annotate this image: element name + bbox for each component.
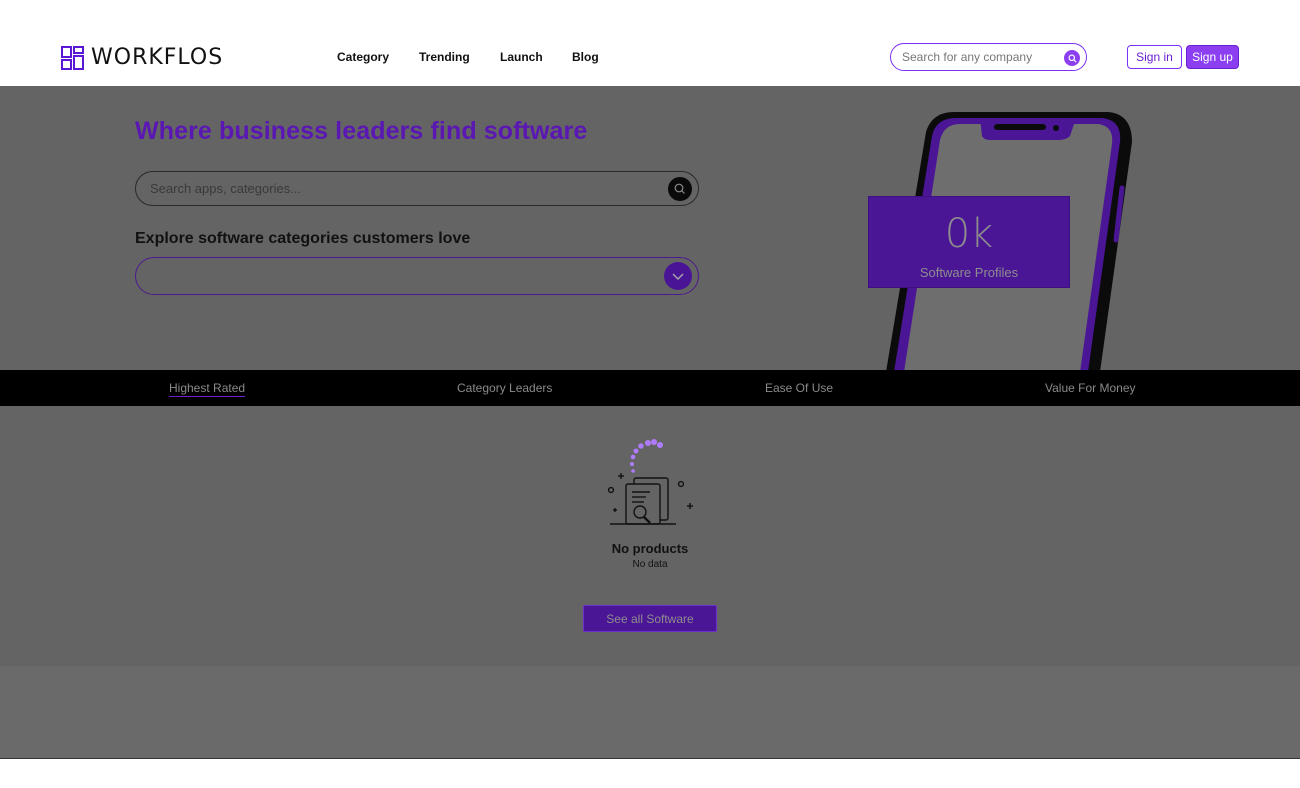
stat-label: Software Profiles [919, 265, 1019, 280]
lower-section [0, 666, 1300, 758]
category-dropdown-button[interactable] [664, 262, 692, 290]
header-search [890, 43, 1087, 71]
category-select[interactable] [135, 257, 699, 295]
empty-state-title: No products [611, 541, 689, 556]
search-icon [674, 183, 685, 194]
nav-blog[interactable]: Blog [572, 50, 599, 64]
tab-ease-of-use[interactable]: Ease Of Use [765, 381, 833, 395]
page: WORKFLOS Category Trending Launch Blog S… [0, 0, 1300, 788]
top-header: WORKFLOS Category Trending Launch Blog S… [0, 0, 1300, 86]
signup-button[interactable]: Sign up [1186, 45, 1239, 69]
software-profiles-stat: 0k Software Profiles [868, 196, 1070, 288]
no-products-illustration-icon [607, 439, 693, 525]
search-icon [1067, 53, 1077, 63]
header-search-input[interactable] [902, 50, 1062, 64]
chevron-down-icon [672, 273, 684, 280]
logo-grid-icon [61, 45, 84, 70]
divider [0, 758, 1300, 759]
hero-search-input[interactable] [150, 181, 650, 196]
signin-button[interactable]: Sign in [1127, 45, 1182, 69]
hero-search [135, 171, 699, 206]
tab-highest-rated[interactable]: Highest Rated [169, 381, 246, 397]
hero-search-button[interactable] [668, 177, 692, 201]
explore-categories-label: Explore software categories customers lo… [135, 230, 471, 247]
tab-category-leaders[interactable]: Category Leaders [457, 381, 552, 395]
brand-logo[interactable]: WORKFLOS [61, 45, 223, 70]
empty-state-subtitle: No data [632, 559, 668, 570]
header-search-button[interactable] [1064, 50, 1080, 66]
ranking-tabs: Highest Rated Category Leaders Ease Of U… [0, 370, 1300, 406]
nav-trending[interactable]: Trending [419, 50, 470, 64]
stat-value: 0k [944, 211, 994, 257]
tab-value-for-money[interactable]: Value For Money [1045, 381, 1136, 395]
brand-name: WORKFLOS [91, 45, 224, 70]
see-all-software-button[interactable]: See all Software [583, 605, 717, 632]
nav-launch[interactable]: Launch [500, 50, 543, 64]
hero-title: Where business leaders find software [135, 117, 588, 145]
nav-category[interactable]: Category [337, 50, 389, 64]
